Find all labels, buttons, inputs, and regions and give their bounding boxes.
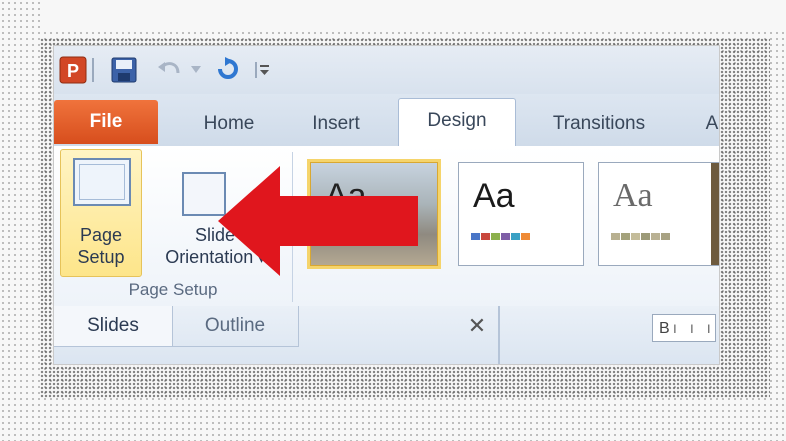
- theme-thumbnail-serif[interactable]: Aa: [598, 162, 719, 266]
- pane-splitter[interactable]: [498, 306, 500, 364]
- theme-sample-text: Aa: [473, 177, 515, 215]
- tab-cut-off[interactable]: A: [702, 102, 719, 146]
- ruler-text: B: [659, 320, 673, 337]
- undo-dropdown-icon[interactable]: [186, 56, 206, 84]
- page-setup-label-line2: Setup: [77, 247, 125, 267]
- page-setup-icon: [73, 158, 131, 206]
- close-pane-icon[interactable]: ✕: [462, 310, 492, 342]
- powerpoint-window-crop: P File Home Insert Design Transitions A …: [54, 46, 719, 364]
- slides-outline-pane-header: Slides Outline ✕ Bı ı ı: [54, 306, 719, 364]
- customize-toolbar-icon[interactable]: [250, 56, 274, 84]
- page-setup-button[interactable]: Page Setup: [60, 149, 142, 277]
- tab-insert[interactable]: Insert: [296, 102, 376, 146]
- tab-slides[interactable]: Slides: [54, 306, 173, 347]
- undo-icon[interactable]: [152, 56, 186, 84]
- background-gap: [40, 0, 786, 30]
- powerpoint-app-icon[interactable]: P: [58, 56, 88, 84]
- theme-color-swatches: [471, 233, 530, 240]
- tab-home[interactable]: Home: [184, 102, 274, 146]
- red-arrow-annotation-icon: [218, 166, 418, 276]
- theme-thumbnail-office[interactable]: Aa: [458, 162, 584, 266]
- page-setup-label-line1: Page: [79, 225, 123, 245]
- repeat-icon[interactable]: [212, 56, 242, 84]
- theme-sample-text: Aa: [613, 177, 653, 214]
- tab-transitions[interactable]: Transitions: [534, 102, 664, 146]
- save-icon[interactable]: [108, 56, 140, 84]
- tab-design[interactable]: Design: [398, 98, 516, 148]
- theme-edge: [711, 163, 719, 265]
- ruler-box: Bı ı ı: [652, 314, 716, 342]
- ribbon-tabs: File Home Insert Design Transitions A: [54, 94, 719, 148]
- quick-access-toolbar: P: [54, 46, 719, 94]
- svg-text:P: P: [67, 61, 79, 81]
- theme-color-swatches: [611, 233, 670, 240]
- tab-file[interactable]: File: [54, 100, 158, 144]
- tab-outline[interactable]: Outline: [172, 306, 299, 347]
- group-label-page-setup: Page Setup: [128, 280, 218, 299]
- toolbar-separator: [90, 56, 96, 84]
